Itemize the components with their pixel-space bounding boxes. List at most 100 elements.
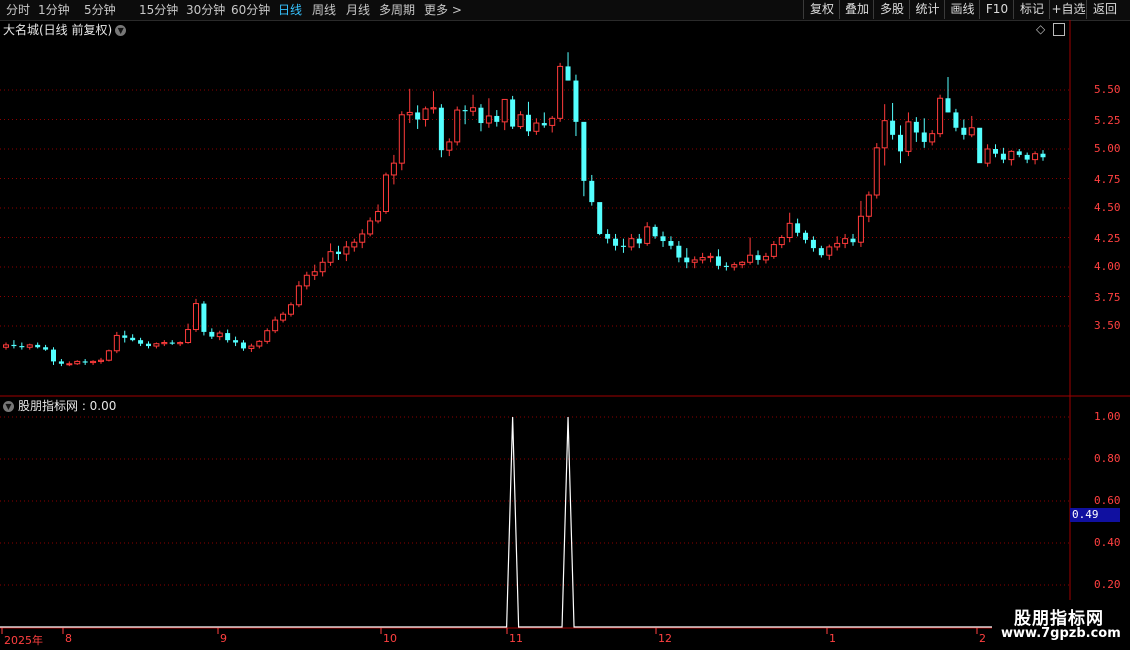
candle-body (478, 107, 484, 124)
candle-body (739, 261, 746, 266)
candle-body (898, 134, 904, 152)
candle-body (541, 123, 547, 126)
candle-body (58, 361, 64, 364)
candle-body (485, 115, 492, 124)
price-tick-label: 4.75 (1094, 173, 1121, 186)
candle-body (138, 340, 144, 344)
candle-body (470, 107, 477, 112)
date-tick-label: 8 (65, 632, 72, 645)
period-tab[interactable]: 60分钟 (231, 2, 270, 18)
toolbar-action-button[interactable]: 统计 (909, 0, 945, 19)
indicator-title: ▼ 股朋指标网 : 0.00 (3, 398, 116, 414)
indicator-tick-label: 0.20 (1094, 578, 1121, 591)
candle-body (620, 245, 626, 247)
candle-body (113, 334, 120, 352)
candle-body (82, 361, 88, 363)
period-tab[interactable]: 周线 (312, 2, 336, 18)
candle-body (557, 65, 564, 119)
period-tab[interactable]: 30分钟 (186, 2, 225, 18)
candle-body (929, 133, 936, 143)
candle-body (628, 238, 635, 248)
candle-body (857, 215, 864, 243)
candle-body (343, 246, 350, 255)
candle-body (668, 241, 674, 246)
candle-body (264, 330, 271, 342)
candle-body (287, 304, 294, 315)
candle-body (1040, 153, 1046, 158)
candle-body (707, 255, 714, 259)
candle-body (597, 202, 603, 234)
candle-body (335, 251, 341, 255)
candle-body (311, 271, 318, 276)
candle-body (367, 220, 374, 235)
period-tab[interactable]: 1分钟 (38, 2, 70, 18)
candle-body (295, 285, 302, 306)
period-tab[interactable]: 日线 (278, 2, 302, 18)
period-tab[interactable]: 多周期 (379, 2, 415, 18)
toolbar-action-button[interactable]: F10 (979, 0, 1014, 19)
candle-body (1016, 151, 1022, 155)
candle-body (185, 329, 192, 344)
date-tick-label: 1 (829, 632, 836, 645)
toolbar-action-button[interactable]: +自选 (1049, 0, 1087, 19)
candle-body (430, 107, 437, 110)
candle-body (770, 244, 777, 257)
candle-body (390, 162, 397, 176)
toolbar-action-button[interactable]: 多股 (873, 0, 910, 19)
candle-body (216, 332, 223, 338)
candle-body (462, 110, 468, 112)
period-tab[interactable]: 更多 > (424, 2, 462, 18)
period-tab[interactable]: 5分钟 (84, 2, 116, 18)
candle-body (605, 233, 611, 239)
candle-body (169, 342, 175, 344)
price-tick-label: 3.50 (1094, 319, 1121, 332)
candle-body (873, 147, 880, 196)
candle-body (438, 107, 444, 151)
watermark-url: www.7gpzb.com (1001, 626, 1121, 641)
period-tab[interactable]: 月线 (346, 2, 370, 18)
candle-body (984, 148, 991, 164)
candle-body (233, 340, 239, 343)
diamond-icon[interactable]: ◇ (1036, 22, 1045, 36)
candle-body (351, 241, 358, 248)
candle-body (803, 232, 809, 240)
candle-body (644, 226, 651, 244)
candle-body (731, 264, 738, 268)
candle-body (881, 120, 888, 149)
candle-body (786, 222, 793, 238)
candle-body (240, 342, 246, 349)
period-tab[interactable]: 15分钟 (139, 2, 178, 18)
period-tab[interactable]: 分时 (6, 2, 30, 18)
candle-body (398, 114, 405, 164)
candle-body (993, 149, 999, 154)
candle-body (913, 121, 919, 133)
candle-body (517, 114, 524, 128)
candle-body (905, 121, 912, 152)
candle-body (636, 238, 642, 244)
chevron-down-icon[interactable]: ▼ (3, 401, 14, 412)
candle-body (74, 360, 81, 365)
candle-body (359, 233, 366, 243)
candle-body (501, 98, 508, 123)
chart-area[interactable] (0, 20, 1130, 650)
chevron-down-icon[interactable]: ▼ (115, 25, 127, 36)
period-toolbar: 分时 1分钟 5分钟 15分钟 30分钟 60分钟 日线 周线 月线 多周期 更多 > 复权 叠加 多股… (0, 0, 1130, 21)
candle-body (209, 331, 215, 337)
toolbar-action-button[interactable]: 返回 (1086, 0, 1123, 19)
toolbar-action-button[interactable]: 标记 (1013, 0, 1050, 19)
toolbar-action-button[interactable]: 叠加 (839, 0, 874, 19)
indicator-title-text: 股朋指标网 : 0.00 (18, 399, 117, 413)
candle-body (145, 343, 151, 347)
candle-body (192, 303, 199, 331)
candle-body (319, 261, 326, 273)
candle-body (382, 174, 389, 213)
toolbar-action-button[interactable]: 复权 (803, 0, 840, 19)
candle-body (50, 349, 56, 362)
candle-body (327, 251, 334, 263)
toolbar-action-button[interactable]: 画线 (944, 0, 980, 19)
candle-body (406, 111, 413, 116)
current-value-badge: 0.49 (1070, 508, 1120, 522)
candle-body (762, 255, 769, 261)
candle-body (3, 344, 9, 348)
window-toggle-icon[interactable] (1053, 23, 1065, 36)
